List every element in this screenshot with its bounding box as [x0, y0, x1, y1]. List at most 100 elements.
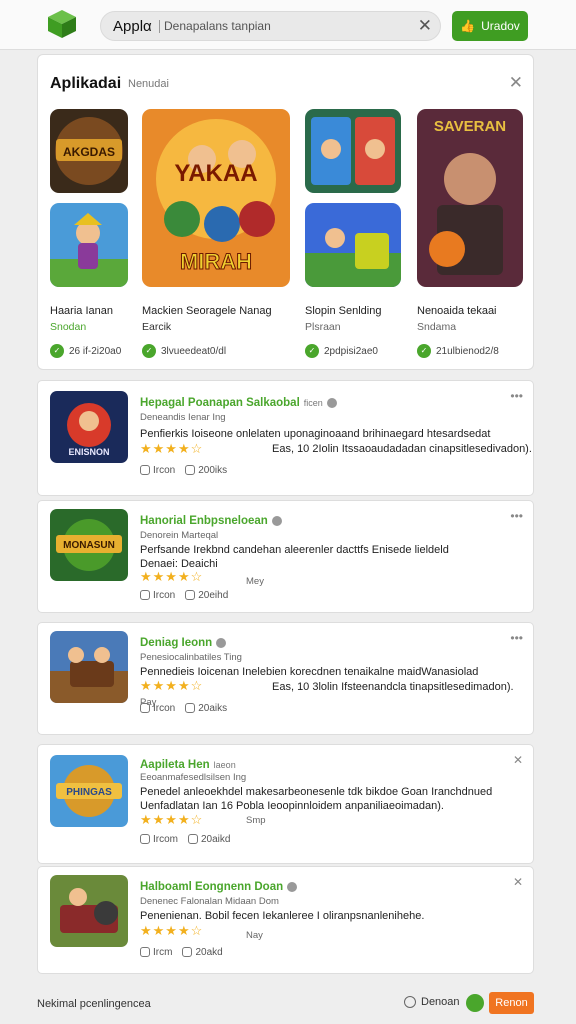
close-panel-icon[interactable]: ✕ — [509, 73, 523, 93]
app-icon[interactable]: PHINGAS — [50, 755, 128, 827]
featured-thumb-5[interactable] — [305, 203, 401, 287]
rating-sub: Smp — [246, 815, 266, 826]
action-button[interactable]: Renon — [489, 992, 534, 1014]
featured-name-3[interactable]: Slopin Senlding — [305, 305, 381, 317]
rating-stars: ★★★★☆ — [140, 441, 204, 456]
clear-search-icon[interactable]: ✕ — [418, 16, 432, 36]
app-description-2: Eas, 10 3lolin Ifsteenandcla tinapsitles… — [272, 681, 514, 693]
thumb-3-label-bottom: MIRAH — [180, 249, 252, 274]
more-options-icon[interactable]: ••• — [510, 631, 523, 645]
search-placeholder: Denapalans tanpian — [159, 20, 271, 33]
featured-thumb-2[interactable] — [50, 203, 128, 287]
app-description: Penedel anleoekhdel makesarbeonesenle td… — [140, 786, 493, 798]
more-options-icon[interactable]: ✕ — [513, 875, 523, 889]
app-meta: Ircm 20akd — [140, 947, 223, 958]
check-icon: ✓ — [417, 344, 431, 358]
app-icon[interactable]: MONASUN — [50, 509, 128, 581]
check-icon: ✓ — [305, 344, 319, 358]
app-meta: Ircon 20aiks — [140, 703, 227, 714]
featured-thumb-1[interactable]: AKGDAS — [50, 109, 128, 193]
size-icon — [140, 703, 150, 714]
app-card[interactable]: PHINGAS Aapileta Hen laeon Eeoanmafesedls… — [37, 744, 534, 864]
featured-name-2[interactable]: Mackien Seoragele Nanag — [142, 305, 272, 317]
app-name[interactable]: Aapileta Hen laeon — [140, 759, 236, 771]
app-description: Penenienan. Bobil fecen Iekanleree I oli… — [140, 910, 425, 922]
featured-sub-2: Earcik — [142, 321, 172, 333]
app-developer: Penesiocalinbatiles Ting — [140, 652, 242, 663]
featured-sub-1: Snodan — [50, 321, 87, 333]
featured-thumb-6[interactable]: SAVERAN — [417, 109, 523, 287]
size-icon — [140, 834, 150, 845]
app-developer: Eeoanmafesedlsilsen Ing — [140, 772, 247, 783]
rating-stars: ★★★★☆ — [140, 569, 204, 584]
rating-sub: Nay — [246, 930, 263, 941]
more-options-icon[interactable]: ••• — [510, 389, 523, 403]
rating-stars: ★★★★☆ — [140, 923, 204, 938]
size-icon — [140, 947, 150, 958]
download-icon — [188, 834, 198, 845]
top-bar: Applα Denapalans tanpian ✕ 👍 Uradov — [0, 0, 576, 50]
featured-thumb-3[interactable]: YAKAA MIRAH — [142, 109, 290, 287]
app-card[interactable]: Halboaml Eongnenn Doan Denenec Falonalan… — [37, 866, 534, 974]
rating-sub: Mey — [246, 576, 264, 587]
featured-count-2: ✓ 3lvueedeat0/dl — [142, 344, 226, 358]
download-icon — [185, 590, 196, 601]
featured-count-3: ✓ 2pdpisi2ae0 — [305, 344, 378, 358]
status-dot-icon — [466, 994, 484, 1012]
app-name[interactable]: Deniag Ieonn — [140, 637, 227, 649]
download-icon — [185, 465, 196, 476]
verified-icon — [326, 397, 337, 408]
update-button[interactable]: 👍 Uradov — [452, 11, 528, 41]
app-name[interactable]: Halboaml Eongnenn Doan — [140, 881, 298, 893]
check-icon: ✓ — [142, 344, 156, 358]
footer: Nekimal pcenlingencea Denoan Renon — [0, 985, 576, 1024]
app-card[interactable]: Deniag Ieonn Penesiocalinbatiles Ting Pe… — [37, 622, 534, 735]
rating-stars: ★★★★☆ — [140, 678, 204, 693]
app-description-2: Eas, 10 2Iolin Itssaoaudadadan cinapsitl… — [272, 443, 532, 455]
rating-stars: ★★★★☆ — [140, 812, 204, 827]
thumb-3-label-top: YAKAA — [174, 160, 257, 187]
thumb-1-label: AKGDAS — [63, 145, 115, 159]
thumb-6-label: SAVERAN — [434, 118, 506, 135]
verified-icon — [271, 515, 282, 526]
done-link[interactable]: Denoan — [404, 996, 460, 1008]
app-card[interactable]: MONASUN Hanorial Enbpsneloean Denorein M… — [37, 500, 534, 613]
featured-panel: Aplikadai Nenudai ✕ AKGDAS YAKAA MIRAH SA… — [37, 54, 534, 370]
app-meta: Ircon 200iks — [140, 465, 227, 476]
more-options-icon[interactable]: ••• — [510, 509, 523, 523]
app-name[interactable]: Hanorial Enbpsneloean — [140, 515, 282, 527]
app-description-2: Uenfadlatan Ian 16 Pobla Ieoopinnloidem … — [140, 800, 444, 812]
download-icon — [182, 947, 193, 958]
update-button-label: Uradov — [481, 19, 520, 33]
verified-icon — [216, 637, 227, 648]
check-icon: ✓ — [50, 344, 64, 358]
app-description: Pennedieis Ioicenan Inelebien korecdnen … — [140, 666, 479, 678]
size-icon — [140, 590, 150, 601]
app-icon[interactable]: ENISNON — [50, 391, 128, 463]
app-meta: Ircom 20aikd — [140, 834, 230, 845]
footer-text[interactable]: Nekimal pcenlingencea — [37, 998, 151, 1010]
more-options-icon[interactable]: ✕ — [513, 753, 523, 767]
featured-name-1[interactable]: Haaria Ianan — [50, 305, 113, 317]
app-name[interactable]: Hepagal Poanapan Salkaobal ficen — [140, 397, 337, 409]
info-icon — [404, 996, 416, 1008]
download-icon — [185, 703, 196, 714]
featured-count-1: ✓ 26 if-2i20a0 — [50, 344, 121, 358]
app-icon[interactable] — [50, 875, 128, 947]
search-input[interactable]: Applα — [113, 18, 152, 35]
app-icon[interactable] — [50, 631, 128, 703]
featured-thumb-4[interactable] — [305, 109, 401, 193]
size-icon — [140, 465, 150, 476]
svg-text:MONASUN: MONASUN — [63, 540, 115, 551]
store-logo-icon[interactable] — [46, 8, 78, 40]
app-card[interactable]: ENISNON Hepagal Poanapan Salkaobal ficen … — [37, 380, 534, 496]
app-description: Perfsande Irekbnd candehan aleerenler da… — [140, 544, 449, 556]
featured-title: Aplikadai — [50, 75, 122, 92]
verified-icon — [287, 881, 298, 892]
app-developer: Denenec Falonalan Midaan Dom — [140, 896, 279, 907]
app-developer: Deneandis Ienar Ing — [140, 412, 226, 423]
search-bar[interactable]: Applα Denapalans tanpian ✕ — [100, 11, 441, 41]
svg-text:PHINGAS: PHINGAS — [66, 787, 112, 798]
thumbs-up-icon: 👍 — [460, 19, 476, 33]
featured-name-4[interactable]: Nenoaida tekaai — [417, 305, 497, 317]
